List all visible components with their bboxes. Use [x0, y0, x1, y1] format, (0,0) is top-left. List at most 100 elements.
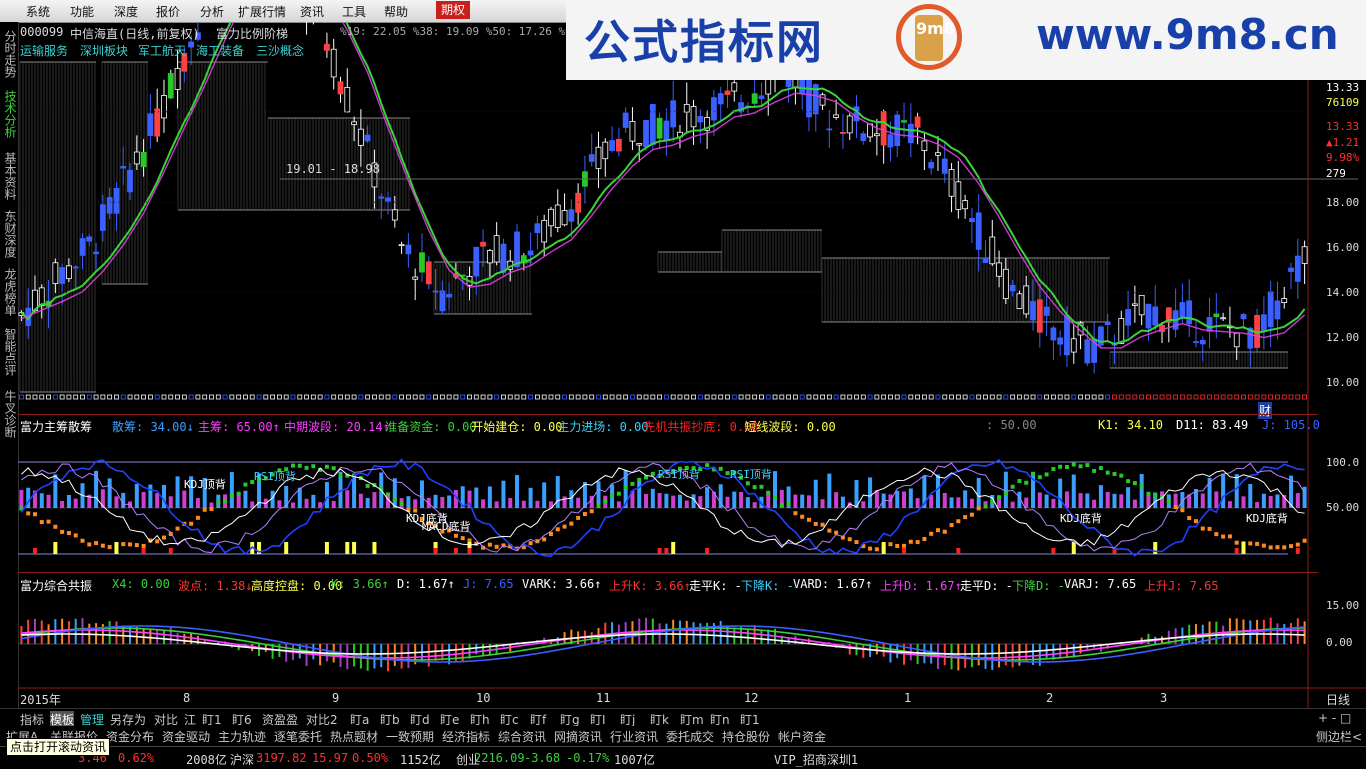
p1-annotation: RSI顶背 [658, 467, 700, 481]
function-tab[interactable]: 综合资讯 [498, 728, 546, 745]
panel2-item: K: 3.66↑ [331, 577, 389, 591]
tab-smart-review[interactable]: 智能点评 [2, 328, 17, 376]
p1-signal [352, 542, 357, 554]
menu-analysis[interactable]: 分析 [200, 3, 224, 20]
candle-body [500, 243, 507, 273]
candle-body [548, 208, 554, 227]
menu-system[interactable]: 系统 [26, 3, 50, 20]
p1-dot [1268, 545, 1273, 550]
sector-tag[interactable]: 深圳板块 [80, 42, 128, 59]
function-tab[interactable]: 经济指标 [442, 728, 490, 745]
menu-tools[interactable]: 工具 [342, 3, 366, 20]
p1-dot [793, 511, 798, 516]
candle-body [826, 128, 833, 131]
news-tooltip[interactable]: 点击打开滚动资讯 [6, 738, 111, 756]
candle-body [72, 266, 79, 269]
menu-news[interactable]: 资讯 [300, 3, 324, 20]
menu-quote[interactable]: 报价 [156, 3, 180, 20]
panel2-item: VARD: 1.67↑ [793, 577, 873, 591]
candle-body [1274, 300, 1281, 320]
panel2-item: J: 7.65 [463, 577, 514, 591]
signal-square [127, 394, 133, 400]
sector-tag[interactable]: 军工航天 [138, 42, 186, 59]
signal-square [1227, 394, 1233, 400]
function-tab[interactable]: 一致预期 [386, 728, 434, 745]
x-label: 2 [1046, 691, 1054, 705]
candle-body [1104, 322, 1111, 326]
function-tab[interactable]: 逐笔委托 [274, 728, 322, 745]
p1-dot [338, 472, 343, 477]
signal-square [752, 394, 758, 400]
menu-depth[interactable]: 深度 [114, 3, 138, 20]
p1-bar [195, 498, 200, 508]
p1-bar [521, 500, 526, 508]
p1-dot [1132, 481, 1137, 486]
signal-square [365, 394, 371, 400]
p1-bar [725, 496, 730, 508]
function-tab[interactable]: 资金驱动 [162, 728, 210, 745]
menu-function[interactable]: 功能 [70, 3, 94, 20]
finance-marker[interactable]: 财 [1258, 402, 1273, 419]
function-tab[interactable]: 主力轨迹 [218, 728, 266, 745]
candle-body [751, 93, 758, 104]
p1-bar [1064, 491, 1069, 508]
p1-dot [1234, 540, 1239, 545]
toolbar-window-controls[interactable]: + - □ [1318, 711, 1351, 725]
tab-timeshare[interactable]: 分时走势 [2, 30, 17, 78]
candle-body [928, 162, 935, 169]
p1-dot [786, 501, 791, 506]
function-tab[interactable]: 持仓股份 [722, 728, 770, 745]
tab-technical-analysis[interactable]: 技术分析 [2, 90, 17, 138]
p1-bar [1255, 502, 1260, 508]
p1-bar [935, 474, 940, 508]
function-tab[interactable]: 资金分布 [106, 728, 154, 745]
tab-dragon-tiger[interactable]: 龙虎榜单 [2, 268, 17, 316]
p1-annotation: KDJ顶背 [184, 477, 226, 491]
p1-bar [1092, 499, 1097, 508]
signal-square [1179, 394, 1185, 400]
menu-options[interactable]: 期权 [436, 1, 471, 19]
menu-help[interactable]: 帮助 [384, 3, 408, 20]
p1-bar [1241, 496, 1246, 508]
candle-body [1023, 285, 1030, 315]
sector-tag[interactable]: 三沙概念 [256, 42, 304, 59]
menu-extended-market[interactable]: 扩展行情 [238, 3, 286, 20]
function-tab[interactable]: 帐户资金 [778, 728, 826, 745]
p1-bar [677, 494, 682, 508]
sidebar-toggle[interactable]: 侧边栏< [1316, 728, 1362, 745]
p1-signal [114, 542, 119, 554]
last-price: 13.33 [1326, 120, 1360, 133]
function-tab[interactable]: 网摘资讯 [554, 728, 602, 745]
p1-annotation: KDJ底背 [1060, 511, 1102, 525]
p1-bar [447, 495, 452, 508]
sector-tag[interactable]: 海工装备 [196, 42, 244, 59]
function-tab[interactable]: 行业资讯 [610, 728, 658, 745]
period-label[interactable]: 日线 [1326, 691, 1350, 708]
candle-body [602, 141, 609, 160]
function-tab[interactable]: 热点题材 [330, 728, 378, 745]
tab-fundamentals[interactable]: 基本资料 [2, 152, 17, 200]
x-label: 2015年 [20, 693, 61, 707]
candle-body [1301, 246, 1308, 264]
signal-square [351, 394, 357, 400]
p1-dot [922, 536, 927, 541]
sector-tag[interactable]: 运输服务 [20, 42, 68, 59]
tab-east-money-depth[interactable]: 东财深度 [2, 210, 17, 258]
tab-diagnosis[interactable]: 牛叉诊断 [2, 390, 17, 438]
signal-square [663, 394, 669, 400]
panel2-item: 下降D: - [1012, 579, 1065, 593]
signal-square [52, 394, 58, 400]
signal-square [704, 394, 710, 400]
candle-body [385, 197, 391, 202]
panel1-item: 准备资金: 0.00 [385, 420, 477, 434]
signal-square [1078, 394, 1083, 400]
function-tab[interactable]: 委托成交 [666, 728, 714, 745]
p1-dot [616, 491, 621, 496]
p1-dot [243, 482, 248, 487]
panel1-item: 短线波段: 0.00 [744, 420, 836, 434]
chart-area[interactable]: KDJ顶背RSI顶背KDJ底背MACD底背RSI顶背 RSI顶背KDJ底背 KDJ底… [18, 22, 1366, 708]
signal-square [718, 394, 724, 400]
x-label: 11 [596, 691, 611, 705]
signal-square [392, 394, 398, 400]
candle-body [1070, 338, 1077, 353]
